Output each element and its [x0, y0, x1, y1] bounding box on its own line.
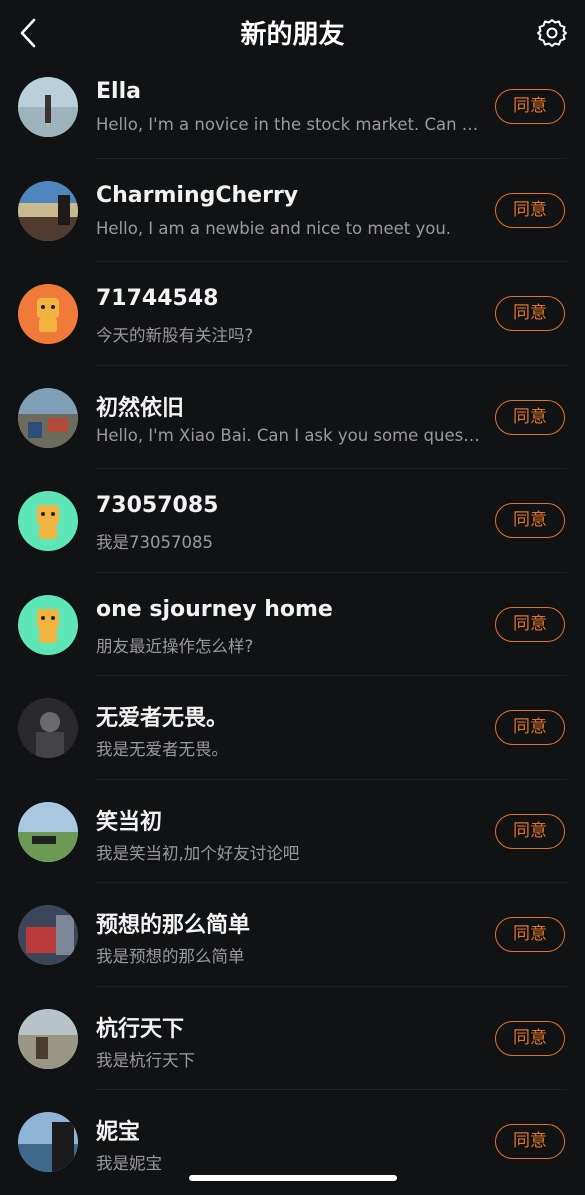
- friend-request-list: Ella Hello, I'm a novice in the stock ma…: [0, 55, 585, 1194]
- request-name: 笑当初: [96, 809, 163, 835]
- request-name: CharmingCherry: [96, 182, 299, 208]
- friend-request-row: 预想的那么简单 我是预想的那么简单 同意: [0, 883, 585, 987]
- accept-button[interactable]: 同意: [495, 606, 565, 642]
- accept-button[interactable]: 同意: [495, 813, 565, 849]
- accept-button[interactable]: 同意: [495, 1124, 565, 1159]
- avatar[interactable]: [18, 491, 78, 551]
- home-indicator[interactable]: [189, 1175, 397, 1181]
- friend-request-row: Ella Hello, I'm a novice in the stock ma…: [0, 55, 585, 159]
- request-message: 我是预想的那么简单: [96, 947, 245, 966]
- avatar[interactable]: [18, 905, 78, 965]
- avatar[interactable]: [18, 594, 78, 655]
- accept-button[interactable]: 同意: [495, 89, 565, 124]
- request-name: Ella: [96, 79, 141, 104]
- request-name: 初然依旧: [96, 395, 185, 421]
- request-name: 无爱者无畏。: [96, 706, 229, 731]
- request-name: 杭行天下: [96, 1016, 185, 1042]
- request-message: 我是笑当初,加个好友讨论吧: [96, 843, 300, 863]
- friend-request-row: 73057085 我是73057085 同意: [0, 469, 585, 573]
- accept-button[interactable]: 同意: [495, 710, 565, 745]
- request-message: 朋友最近操作怎么样?: [96, 636, 254, 656]
- friend-request-row: 初然依旧 Hello, I'm Xiao Bai. Can I ask you …: [0, 366, 585, 470]
- avatar[interactable]: [18, 1112, 78, 1172]
- request-message: Hello, I'm Xiao Bai. Can I ask you some …: [96, 425, 481, 445]
- avatar[interactable]: [18, 801, 78, 862]
- avatar[interactable]: [18, 284, 78, 344]
- accept-button[interactable]: 同意: [495, 399, 565, 435]
- accept-button[interactable]: 同意: [495, 296, 565, 331]
- request-message: 我是妮宝: [96, 1154, 162, 1173]
- gear-icon[interactable]: [536, 17, 568, 49]
- avatar[interactable]: [18, 387, 78, 448]
- request-name: 73057085: [96, 493, 219, 518]
- friend-request-row: 笑当初 我是笑当初,加个好友讨论吧 同意: [0, 780, 585, 884]
- avatar[interactable]: [18, 180, 78, 241]
- friend-request-row: 无爱者无畏。 我是无爱者无畏。 同意: [0, 676, 585, 780]
- avatar[interactable]: [18, 77, 78, 137]
- friend-request-row: 71744548 今天的新股有关注吗? 同意: [0, 262, 585, 366]
- request-name: one sjourney home: [96, 596, 333, 622]
- friend-request-row: one sjourney home 朋友最近操作怎么样? 同意: [0, 573, 585, 677]
- request-message: Hello, I am a newbie and nice to meet yo…: [96, 218, 452, 238]
- avatar[interactable]: [18, 698, 78, 758]
- request-message: 今天的新股有关注吗?: [96, 326, 254, 345]
- accept-button[interactable]: 同意: [495, 1020, 565, 1056]
- request-name: 妮宝: [96, 1120, 141, 1145]
- avatar[interactable]: [18, 1008, 78, 1069]
- request-name: 预想的那么简单: [96, 913, 251, 938]
- page-title: 新的朋友: [240, 20, 345, 50]
- accept-button[interactable]: 同意: [495, 192, 565, 228]
- request-name: 71744548: [96, 286, 219, 311]
- accept-button[interactable]: 同意: [495, 503, 565, 538]
- friend-request-row: CharmingCherry Hello, I am a newbie and …: [0, 159, 585, 263]
- friend-request-row: 杭行天下 我是杭行天下 同意: [0, 987, 585, 1091]
- request-message: Hello, I'm a novice in the stock market.…: [96, 115, 481, 134]
- accept-button[interactable]: 同意: [495, 917, 565, 952]
- request-message: 我是无爱者无畏。: [96, 740, 228, 759]
- request-message: 我是73057085: [96, 533, 213, 552]
- request-message: 我是杭行天下: [96, 1050, 195, 1070]
